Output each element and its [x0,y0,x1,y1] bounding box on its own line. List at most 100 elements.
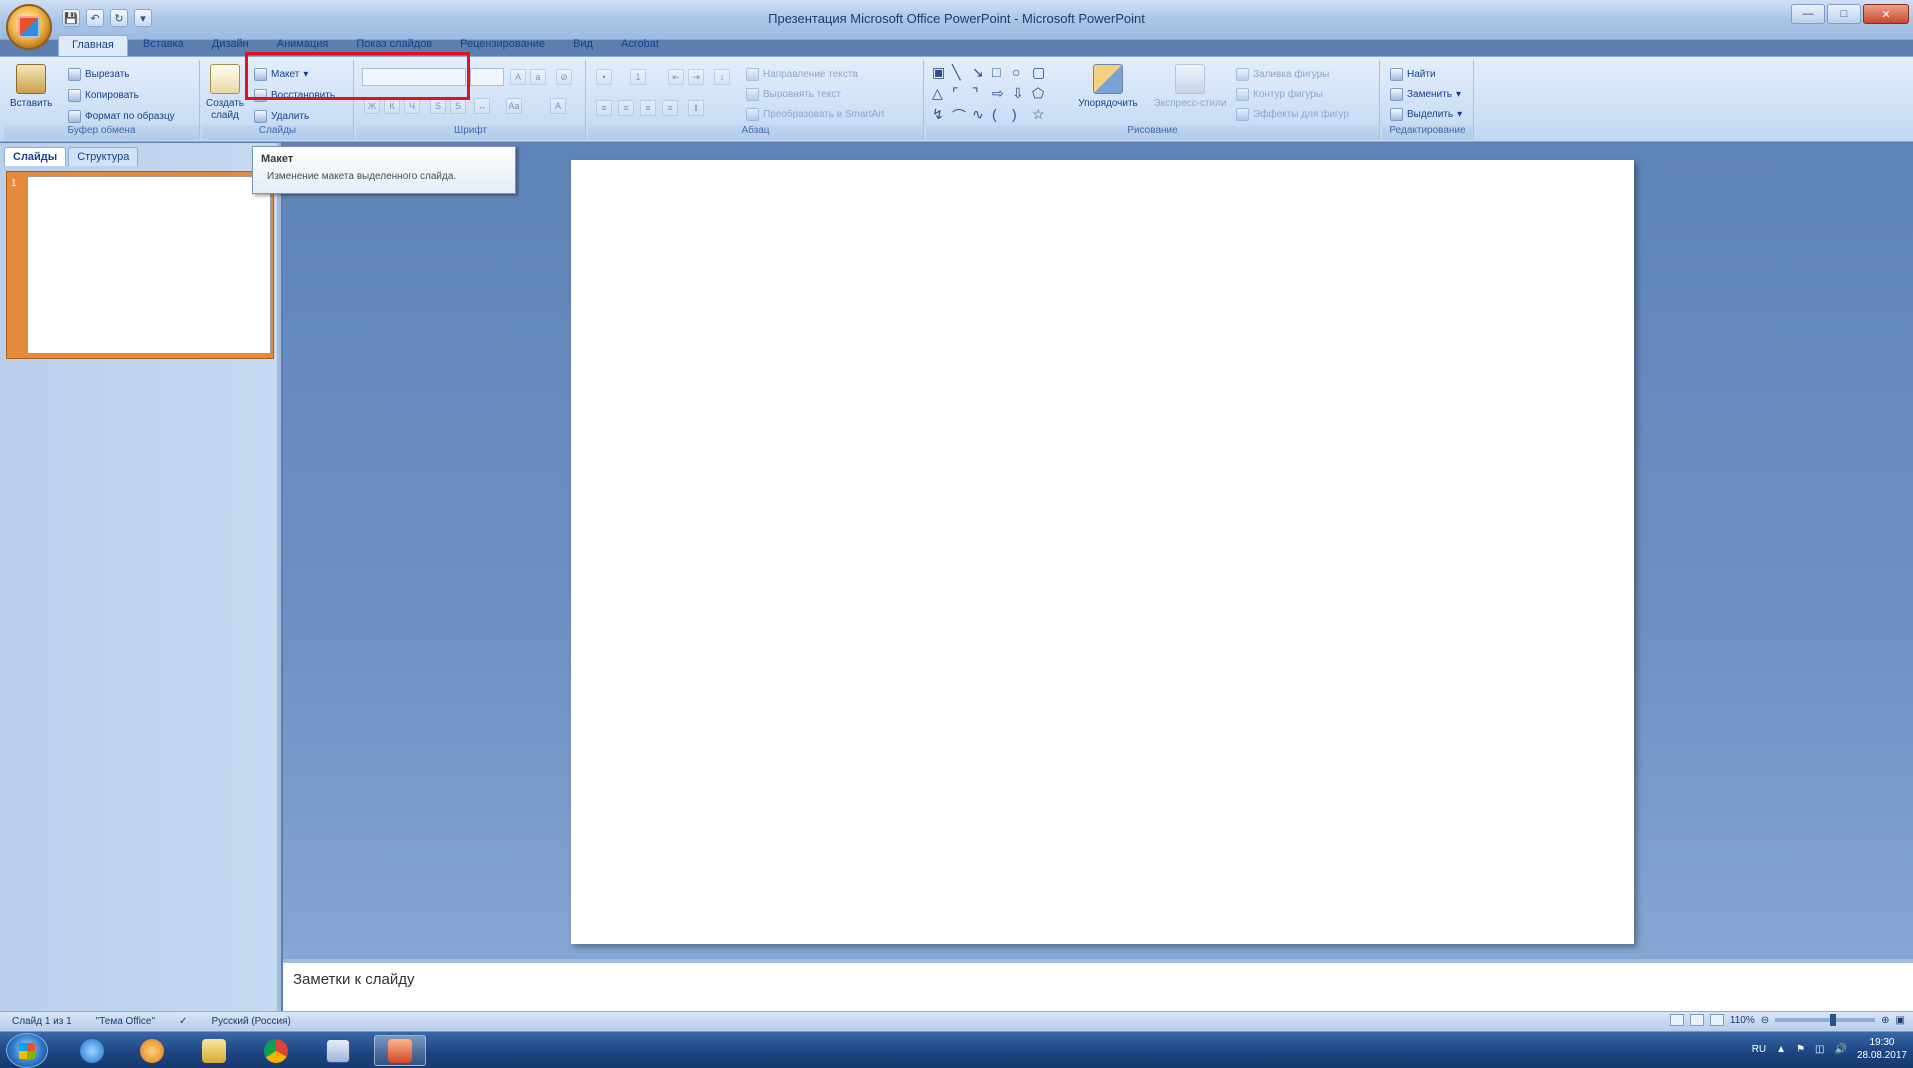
font-color-icon[interactable]: A [550,98,566,114]
copy-button[interactable]: Копировать [68,87,139,103]
tab-slide-show[interactable]: Показ слайдов [343,35,445,57]
quick-styles-button[interactable]: Экспресс-стили [1148,64,1232,110]
arrow-shape-icon[interactable]: ↘ [972,64,984,81]
align-right-icon[interactable]: ≡ [640,100,656,116]
maximize-icon[interactable]: □ [1827,4,1861,24]
curve-shape-icon[interactable]: ∿ [972,106,984,123]
tab-animations[interactable]: Анимация [264,35,342,57]
oval-shape-icon[interactable]: ○ [1012,64,1020,80]
reset-button[interactable]: Восстановить [254,87,335,103]
network-icon[interactable]: ◫ [1815,1044,1824,1055]
arc-shape-icon[interactable]: ⌒ [952,106,966,126]
align-text-button[interactable]: Выровнять текст [746,86,841,102]
zoom-in-icon[interactable]: ⊕ [1881,1015,1889,1026]
underline-icon[interactable]: Ч [404,98,420,114]
volume-icon[interactable]: 🔊 [1834,1044,1846,1055]
fit-to-window-icon[interactable]: ▣ [1896,1015,1905,1026]
slide-show-icon[interactable] [1709,1014,1724,1026]
bullets-icon[interactable]: • [596,69,612,85]
keyboard-language[interactable]: RU [1752,1044,1766,1055]
show-hidden-icons-icon[interactable]: ▲ [1776,1044,1786,1055]
taskbar-chrome[interactable] [250,1035,302,1066]
close-icon[interactable]: ✕ [1863,4,1909,24]
slide-thumbnail-selected[interactable]: 1 [6,171,274,359]
line-spacing-icon[interactable]: ↕ [714,69,730,85]
tab-review[interactable]: Рецензирование [447,35,558,57]
font-size-combo[interactable] [470,68,504,86]
format-painter-button[interactable]: Формат по образцу [68,108,175,124]
grow-font-icon[interactable]: A [510,69,526,85]
shape-fill-button[interactable]: Заливка фигуры [1236,66,1329,82]
layout-button[interactable]: Макет ▾ [254,66,308,82]
change-case-icon[interactable]: Aa [506,98,522,114]
clock[interactable]: 19:30 28.08.2017 [1857,1036,1907,1062]
textbox-shape-icon[interactable]: ▣ [932,64,945,81]
down-arrow-shape-icon[interactable]: ⇩ [1012,85,1024,102]
pentagon-shape-icon[interactable]: ⬠ [1032,85,1044,102]
shape-outline-button[interactable]: Контур фигуры [1236,86,1323,102]
font-family-combo[interactable] [362,68,466,86]
text-direction-button[interactable]: Направление текста [746,66,858,82]
taskbar-word[interactable] [312,1035,364,1066]
shrink-font-icon[interactable]: a [530,69,546,85]
connector-shape-icon[interactable]: ⌜ [952,85,959,102]
spellcheck-icon[interactable]: ✓ [179,1016,187,1027]
notes-pane[interactable]: Заметки к слайду [283,959,1913,1011]
shape-effects-button[interactable]: Эффекты для фигур [1236,106,1349,122]
language-indicator[interactable]: Русский (Россия) [211,1016,290,1027]
arrange-button[interactable]: Упорядочить [1070,64,1146,110]
start-button[interactable] [6,1033,48,1068]
char-spacing-icon[interactable]: ↔ [474,98,490,114]
tab-acrobat[interactable]: Acrobat [608,35,672,57]
taskbar-powerpoint[interactable] [374,1035,426,1066]
zoom-slider[interactable] [1775,1014,1876,1026]
delete-slide-button[interactable]: Удалить [254,108,309,124]
new-slide-button[interactable]: Создать слайд [204,64,246,122]
convert-smartart-button[interactable]: Преобразовать в SmartArt [746,106,884,122]
zoom-level[interactable]: 110% [1730,1015,1755,1026]
right-arrow-shape-icon[interactable]: ⇨ [992,85,1004,102]
tab-view[interactable]: Вид [560,35,606,57]
tab-design[interactable]: Дизайн [199,35,262,57]
paste-button[interactable]: Вставить [10,64,52,110]
bold-icon[interactable]: Ж [364,98,380,114]
italic-icon[interactable]: К [384,98,400,114]
taskbar-media-player[interactable] [126,1035,178,1066]
strikethrough-icon[interactable]: S [430,98,446,114]
right-brace-shape-icon[interactable]: ) [1012,106,1017,122]
elbow-shape-icon[interactable]: ⌝ [972,85,979,102]
tab-outline[interactable]: Структура [68,147,139,166]
lightning-shape-icon[interactable]: ↯ [932,106,944,123]
action-center-flag-icon[interactable]: ⚑ [1796,1044,1805,1055]
left-brace-shape-icon[interactable]: ( [992,106,997,122]
rounded-rect-shape-icon[interactable]: ▢ [1032,64,1045,81]
decrease-indent-icon[interactable]: ⇤ [668,69,684,85]
tab-home[interactable]: Главная [58,35,128,57]
numbering-icon[interactable]: 1 [630,69,646,85]
minimize-icon[interactable]: — [1791,4,1825,24]
office-button[interactable] [6,4,52,50]
normal-view-icon[interactable] [1669,1014,1684,1026]
tab-slides[interactable]: Слайды [4,147,67,166]
clear-format-icon[interactable]: ⊘ [556,69,572,85]
cut-button[interactable]: Вырезать [68,66,129,82]
shadow-icon[interactable]: S [450,98,466,114]
line-shape-icon[interactable]: ╲ [952,64,960,81]
align-left-icon[interactable]: ≡ [596,100,612,116]
taskbar-explorer[interactable] [188,1035,240,1066]
slide-sorter-icon[interactable] [1689,1014,1704,1026]
rectangle-shape-icon[interactable]: □ [992,64,1000,80]
taskbar-ie[interactable] [66,1035,118,1066]
select-button[interactable]: Выделить ▾ [1390,106,1462,122]
slide-thumbnail[interactable] [27,176,271,354]
tab-insert[interactable]: Вставка [130,35,197,57]
star-shape-icon[interactable]: ☆ [1032,106,1045,123]
align-center-icon[interactable]: ≡ [618,100,634,116]
justify-icon[interactable]: ≡ [662,100,678,116]
find-button[interactable]: Найти [1390,66,1436,82]
columns-icon[interactable]: ‖ [688,100,704,116]
triangle-shape-icon[interactable]: △ [932,85,943,102]
increase-indent-icon[interactable]: ⇥ [688,69,704,85]
replace-button[interactable]: Заменить ▾ [1390,86,1461,102]
slide-canvas[interactable] [571,160,1634,944]
